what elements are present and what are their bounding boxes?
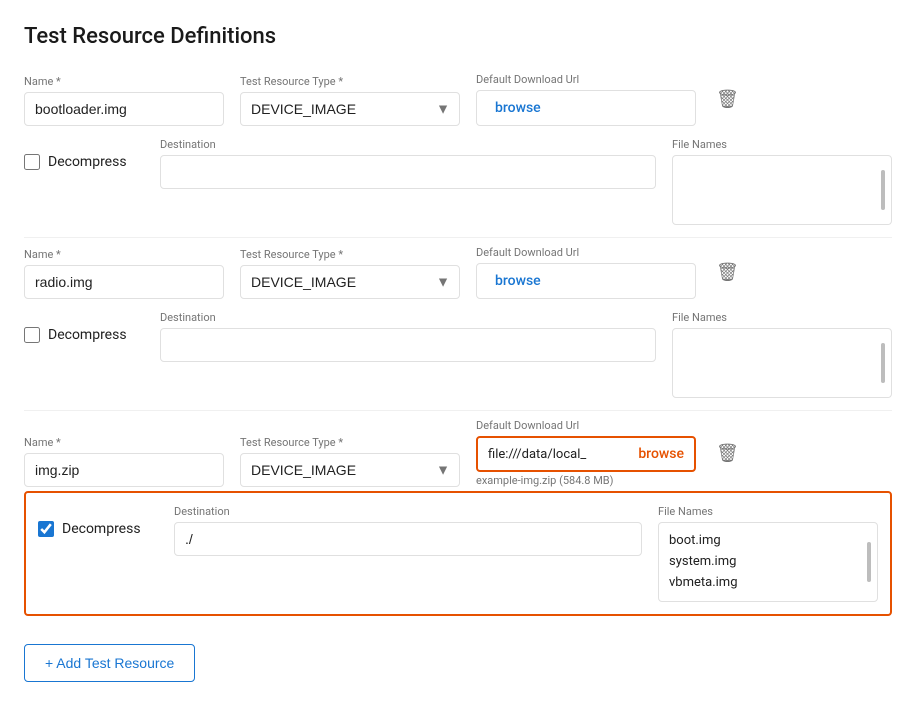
decompress-checkbox-0[interactable] bbox=[24, 154, 40, 170]
filenames-area-1 bbox=[672, 328, 892, 398]
url-label-1: Default Download Url bbox=[476, 246, 696, 259]
resource-row-2: Name * Test Resource Type * DEVICE_IMAGEDE… bbox=[24, 419, 892, 487]
destination-label-2: Destination bbox=[174, 505, 642, 518]
url-field-inner-0: browse bbox=[476, 90, 696, 126]
type-select-2[interactable]: DEVICE_IMAGEDEVICE_SCRIPTCOMPANION_APP bbox=[240, 453, 460, 487]
type-label-0: Test Resource Type * bbox=[240, 75, 460, 88]
decompress-row-1: Decompress Destination File Names bbox=[24, 303, 892, 411]
filenames-area-2: boot.imgsystem.imgvbmeta.img bbox=[658, 522, 878, 602]
filenames-scroll-indicator-2 bbox=[867, 542, 871, 582]
decompress-label-2: Decompress bbox=[62, 521, 141, 537]
destination-group-0: Destination bbox=[160, 138, 656, 189]
resource-block-0: Name * Test Resource Type * DEVICE_IMAGEDE… bbox=[24, 73, 892, 238]
decompress-row-0: Decompress Destination File Names bbox=[24, 130, 892, 238]
filenames-group-1: File Names bbox=[672, 311, 892, 398]
name-input-0[interactable] bbox=[24, 92, 224, 126]
name-input-2[interactable] bbox=[24, 453, 224, 487]
decompress-row-2: Decompress Destination File Names boot.imgs… bbox=[24, 491, 892, 616]
type-select-0[interactable]: DEVICE_IMAGEDEVICE_SCRIPTCOMPANION_APP bbox=[240, 92, 460, 126]
destination-label-1: Destination bbox=[160, 311, 656, 324]
resource-block-1: Name * Test Resource Type * DEVICE_IMAGEDE… bbox=[24, 246, 892, 411]
url-text-2: file:///data/local_ bbox=[488, 447, 630, 462]
url-label-0: Default Download Url bbox=[476, 73, 696, 86]
decompress-check-group-2: Decompress bbox=[38, 505, 158, 537]
resource-row-0: Name * Test Resource Type * DEVICE_IMAGEDE… bbox=[24, 73, 892, 126]
type-select-1[interactable]: DEVICE_IMAGEDEVICE_SCRIPTCOMPANION_APP bbox=[240, 265, 460, 299]
add-test-resource-button[interactable]: + Add Test Resource bbox=[24, 644, 195, 682]
name-label-1: Name * bbox=[24, 248, 224, 261]
resource-block-2: Name * Test Resource Type * DEVICE_IMAGEDE… bbox=[24, 419, 892, 616]
url-field-inner-2: file:///data/local_ browse bbox=[476, 436, 696, 472]
decompress-check-group-1: Decompress bbox=[24, 311, 144, 343]
filenames-group-2: File Names boot.imgsystem.imgvbmeta.img bbox=[658, 505, 878, 602]
url-label-2: Default Download Url bbox=[476, 419, 696, 432]
name-input-1[interactable] bbox=[24, 265, 224, 299]
filenames-group-0: File Names bbox=[672, 138, 892, 225]
name-group-1: Name * bbox=[24, 248, 224, 299]
type-group-0: Test Resource Type * DEVICE_IMAGEDEVICE_S… bbox=[240, 75, 460, 126]
destination-input-0[interactable] bbox=[160, 155, 656, 189]
type-label-1: Test Resource Type * bbox=[240, 248, 460, 261]
url-subtext-2: example-img.zip (584.8 MB) bbox=[476, 474, 696, 487]
filenames-label-2: File Names bbox=[658, 505, 878, 518]
browse-link-0[interactable]: browse bbox=[495, 100, 541, 116]
destination-group-1: Destination bbox=[160, 311, 656, 362]
resource-row-1: Name * Test Resource Type * DEVICE_IMAGEDE… bbox=[24, 246, 892, 299]
filenames-scroll-indicator-1 bbox=[881, 343, 885, 383]
browse-link-1[interactable]: browse bbox=[495, 273, 541, 289]
filenames-scroll-indicator-0 bbox=[881, 170, 885, 210]
name-label-0: Name * bbox=[24, 75, 224, 88]
name-group-0: Name * bbox=[24, 75, 224, 126]
delete-button-2[interactable]: 🗑 bbox=[712, 439, 743, 468]
decompress-label-0: Decompress bbox=[48, 154, 127, 170]
decompress-check-group-0: Decompress bbox=[24, 138, 144, 170]
delete-button-0[interactable]: 🗑 bbox=[712, 85, 743, 114]
type-label-2: Test Resource Type * bbox=[240, 436, 460, 449]
decompress-label-1: Decompress bbox=[48, 327, 127, 343]
type-group-1: Test Resource Type * DEVICE_IMAGEDEVICE_S… bbox=[240, 248, 460, 299]
destination-input-1[interactable] bbox=[160, 328, 656, 362]
destination-group-2: Destination bbox=[174, 505, 642, 556]
type-group-2: Test Resource Type * DEVICE_IMAGEDEVICE_S… bbox=[240, 436, 460, 487]
page-title: Test Resource Definitions bbox=[24, 24, 892, 49]
resources-container: Name * Test Resource Type * DEVICE_IMAGEDE… bbox=[24, 73, 892, 616]
decompress-checkbox-1[interactable] bbox=[24, 327, 40, 343]
url-group-1: Default Download Url browse bbox=[476, 246, 696, 299]
destination-label-0: Destination bbox=[160, 138, 656, 151]
destination-input-2[interactable] bbox=[174, 522, 642, 556]
browse-link-2[interactable]: browse bbox=[638, 446, 684, 462]
url-group-0: Default Download Url browse bbox=[476, 73, 696, 126]
filenames-label-0: File Names bbox=[672, 138, 892, 151]
filenames-area-0 bbox=[672, 155, 892, 225]
url-field-inner-1: browse bbox=[476, 263, 696, 299]
url-group-2: Default Download Url file:///data/local_ b… bbox=[476, 419, 696, 487]
name-label-2: Name * bbox=[24, 436, 224, 449]
name-group-2: Name * bbox=[24, 436, 224, 487]
decompress-checkbox-2[interactable] bbox=[38, 521, 54, 537]
filenames-label-1: File Names bbox=[672, 311, 892, 324]
delete-button-1[interactable]: 🗑 bbox=[712, 258, 743, 287]
